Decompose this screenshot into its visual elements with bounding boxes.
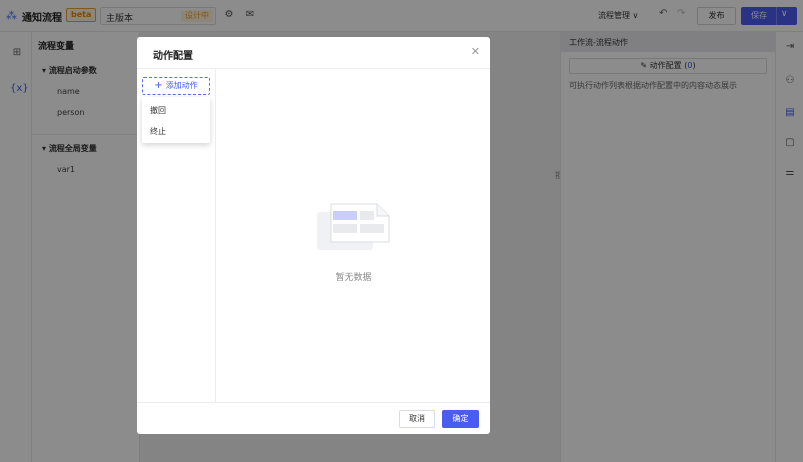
modal-footer-divider xyxy=(137,402,490,403)
confirm-button[interactable]: 确定 xyxy=(442,410,479,428)
empty-data-icon xyxy=(317,203,390,250)
add-action-button[interactable]: + 添加动作 xyxy=(142,77,210,95)
cancel-button[interactable]: 取消 xyxy=(399,410,435,428)
modal-title: 动作配置 xyxy=(153,51,193,62)
menu-item-terminate[interactable]: 终止 xyxy=(150,126,166,137)
add-action-label: 添加动作 xyxy=(165,81,198,90)
action-dropdown-menu: 撤回 终止 xyxy=(142,97,210,143)
close-icon[interactable]: ✕ xyxy=(471,45,480,58)
menu-item-withdraw[interactable]: 撤回 xyxy=(150,105,166,116)
empty-state-text: 暂无数据 xyxy=(335,273,372,283)
plus-icon: + xyxy=(154,80,163,91)
action-config-modal: 动作配置 ✕ + 添加动作 撤回 终止 暂无数据 取消 确定 xyxy=(137,37,490,434)
